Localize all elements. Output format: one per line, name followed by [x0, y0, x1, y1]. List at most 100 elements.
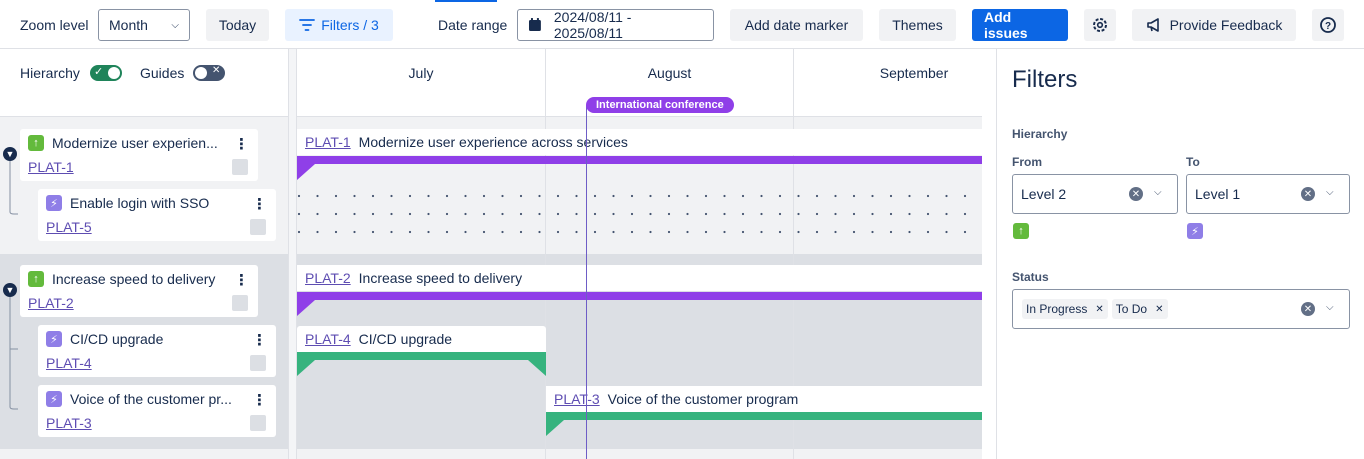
- timeline-band: [297, 449, 982, 459]
- more-icon[interactable]: ⋮: [252, 391, 267, 409]
- timeline: July August September PLAT-1 Modernize u…: [297, 49, 982, 459]
- list-item[interactable]: ⚡ Enable login with SSO PLAT-5 ⋮: [38, 189, 276, 241]
- add-date-marker-button[interactable]: Add date marker: [730, 9, 863, 41]
- issue-key-link[interactable]: PLAT-3: [46, 415, 92, 431]
- panel-title: Filters: [1012, 66, 1078, 93]
- list-item[interactable]: ↑ Modernize user experien... PLAT-1 ⋮: [20, 129, 258, 181]
- month-header: July: [297, 49, 546, 117]
- zoom-select[interactable]: Month ⌵: [98, 9, 190, 41]
- bar-strip-plat-4: [297, 352, 546, 360]
- bar-key-link[interactable]: PLAT-2: [305, 270, 351, 286]
- add-issues-button[interactable]: Add issues: [972, 9, 1068, 41]
- settings-button[interactable]: [1084, 9, 1116, 41]
- status-tag-label: In Progress: [1026, 302, 1088, 316]
- toolbar: Zoom level Month ⌵ Today Filters / 3 Dat…: [0, 0, 1364, 49]
- date-marker-line: [586, 105, 587, 459]
- subtask-icon: ⚡: [46, 195, 62, 211]
- bar-strip-plat-2: [297, 292, 982, 300]
- issue-key-link[interactable]: PLAT-1: [28, 159, 74, 175]
- date-range-input[interactable]: 2024/08/11 - 2025/08/11: [517, 9, 714, 41]
- collapse-plat-2[interactable]: ▼: [3, 283, 17, 297]
- hierarchy-toggle[interactable]: ✓: [90, 65, 122, 81]
- issue-title: CI/CD upgrade: [70, 331, 164, 347]
- bar-plat-3[interactable]: PLAT-3 Voice of the customer program: [546, 386, 982, 412]
- more-icon[interactable]: ⋮: [234, 135, 249, 153]
- status-label: Status: [1012, 270, 1049, 284]
- status-select[interactable]: In Progress ✕ To Do ✕ ✕ ⌵: [1012, 289, 1350, 329]
- help-button[interactable]: ?: [1312, 9, 1344, 41]
- issue-title: Modernize user experien...: [52, 135, 218, 151]
- status-tag: To Do ✕: [1111, 299, 1168, 319]
- bar-strip-plat-3: [546, 412, 982, 420]
- filters-panel: Filters Hierarchy From To Level 2 ✕ ⌵ Le…: [996, 49, 1364, 459]
- help-icon: ?: [1320, 17, 1336, 33]
- select-checkbox[interactable]: [250, 415, 266, 431]
- filters-button[interactable]: Filters / 3: [285, 9, 393, 41]
- zoom-value: Month: [109, 17, 148, 33]
- story-icon: ↑: [1013, 223, 1029, 239]
- from-select[interactable]: Level 2 ✕ ⌵: [1012, 174, 1178, 214]
- today-button[interactable]: Today: [206, 9, 269, 41]
- subtask-icon: ⚡: [46, 331, 62, 347]
- filter-icon: [299, 19, 316, 31]
- list-item[interactable]: ⚡ CI/CD upgrade PLAT-4 ⋮: [38, 325, 276, 377]
- remove-tag-icon[interactable]: ✕: [1095, 304, 1103, 315]
- to-select[interactable]: Level 1 ✕ ⌵: [1186, 174, 1350, 214]
- story-icon: ↑: [28, 135, 44, 151]
- filters-label: Filters / 3: [321, 17, 379, 33]
- bar-anchor: [297, 300, 315, 316]
- select-checkbox[interactable]: [250, 355, 266, 371]
- check-icon: ✓: [94, 66, 104, 78]
- date-marker-pill[interactable]: International conference: [586, 97, 734, 113]
- select-checkbox[interactable]: [250, 219, 266, 235]
- clear-icon[interactable]: ✕: [1129, 187, 1143, 201]
- bar-key-link[interactable]: PLAT-3: [554, 391, 600, 407]
- bar-plat-2[interactable]: PLAT-2 Increase speed to delivery: [297, 265, 982, 291]
- issue-key-link[interactable]: PLAT-2: [28, 295, 74, 311]
- more-icon[interactable]: ⋮: [234, 271, 249, 289]
- clear-icon[interactable]: ✕: [1301, 302, 1315, 316]
- date-range-label: Date range: [438, 17, 508, 33]
- bar-plat-4[interactable]: PLAT-4 CI/CD upgrade: [297, 326, 546, 352]
- calendar-icon: [528, 18, 541, 31]
- issue-list-pane: Hierarchy ✓ Guides ✕ ▼ ▼ ↑ Modernize use…: [0, 49, 982, 459]
- themes-button[interactable]: Themes: [879, 9, 956, 41]
- list-item[interactable]: ↑ Increase speed to delivery PLAT-2 ⋮: [20, 265, 258, 317]
- clear-icon[interactable]: ✕: [1301, 187, 1315, 201]
- date-range-value: 2024/08/11 - 2025/08/11: [553, 9, 632, 41]
- chevron-down-icon: ⌵: [1326, 187, 1334, 198]
- bar-plat-1[interactable]: PLAT-1 Modernize user experience across …: [297, 129, 982, 155]
- bar-title: Modernize user experience across service…: [358, 134, 628, 150]
- guides-label: Guides: [140, 65, 185, 81]
- svg-text:?: ?: [1325, 21, 1331, 32]
- issue-title: Increase speed to delivery: [52, 271, 216, 287]
- bar-title: CI/CD upgrade: [358, 331, 453, 347]
- from-label: From: [1012, 155, 1042, 169]
- collapse-plat-1[interactable]: ▼: [3, 147, 17, 161]
- issue-key-link[interactable]: PLAT-4: [46, 355, 92, 371]
- bar-key-link[interactable]: PLAT-4: [305, 331, 351, 347]
- guides-toggle[interactable]: ✕: [193, 65, 225, 81]
- story-icon: ↑: [28, 271, 44, 287]
- select-checkbox[interactable]: [232, 159, 248, 175]
- unscheduled-dots: [297, 189, 982, 239]
- close-icon: ✕: [212, 65, 221, 76]
- pane-splitter[interactable]: [288, 49, 297, 459]
- status-tag-label: To Do: [1115, 302, 1148, 316]
- remove-tag-icon[interactable]: ✕: [1155, 304, 1163, 315]
- bar-key-link[interactable]: PLAT-1: [305, 134, 351, 150]
- subtask-icon: ⚡: [1187, 223, 1203, 239]
- zoom-label: Zoom level: [20, 17, 89, 33]
- more-icon[interactable]: ⋮: [252, 195, 267, 213]
- select-checkbox[interactable]: [232, 295, 248, 311]
- bar-anchor: [297, 164, 315, 180]
- from-value: Level 2: [1021, 186, 1067, 202]
- provide-feedback-button[interactable]: Provide Feedback: [1132, 9, 1296, 41]
- provide-feedback-label: Provide Feedback: [1169, 17, 1283, 33]
- more-icon[interactable]: ⋮: [252, 331, 267, 349]
- status-tag: In Progress ✕: [1022, 299, 1108, 319]
- hierarchy-label: Hierarchy: [20, 65, 80, 81]
- list-item[interactable]: ⚡ Voice of the customer pr... PLAT-3 ⋮: [38, 385, 276, 437]
- chevron-down-icon: ⌵: [1154, 187, 1162, 198]
- issue-key-link[interactable]: PLAT-5: [46, 219, 92, 235]
